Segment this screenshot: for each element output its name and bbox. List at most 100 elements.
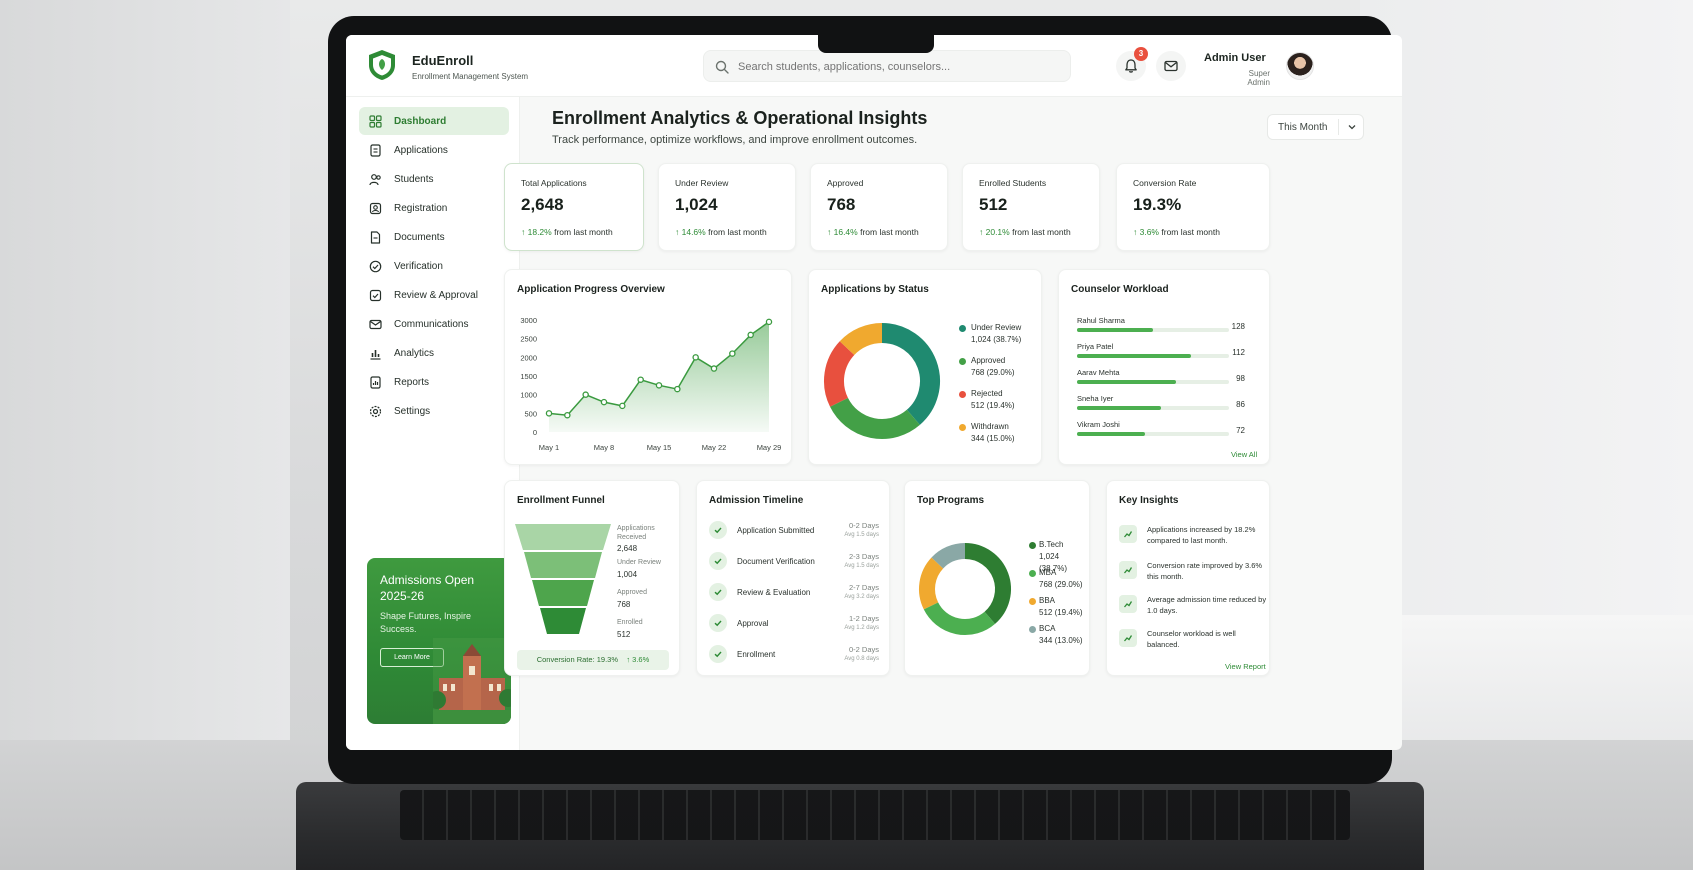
data-point <box>692 354 699 361</box>
sidebar-item-label: Communications <box>394 318 469 330</box>
legend-label: BCA <box>1039 624 1056 633</box>
legend-item-bba: BBA 512 (19.4%) <box>1039 595 1083 619</box>
legend-item-rejected: Rejected 512 (19.4%) <box>971 388 1015 412</box>
y-tick-label: 2500 <box>520 335 537 344</box>
x-tick-label: May 29 <box>757 443 782 452</box>
view-report-link[interactable]: View Report <box>1225 662 1266 671</box>
sidebar-item-documents[interactable]: Documents <box>359 223 509 251</box>
data-point <box>619 402 626 410</box>
sidebar-item-dashboard[interactable]: Dashboard <box>359 107 509 135</box>
workload-bar <box>1077 328 1153 332</box>
avatar[interactable] <box>1286 52 1314 80</box>
timeline-step-duration: 0-2 Days Avg 0.8 days <box>835 646 879 663</box>
workload-name: Sneha Iyer <box>1077 394 1114 403</box>
settings-icon <box>369 405 382 417</box>
funnel-stage-2 <box>524 552 602 578</box>
donut-slice-withdrawn <box>839 323 883 356</box>
timeline-step-icon <box>709 521 727 539</box>
sidebar-item-students[interactable]: Students <box>359 165 509 193</box>
donut-slice-b-tech <box>964 543 1011 624</box>
key-insights-card: Key Insights Applications increased by 1… <box>1106 480 1270 676</box>
kpi-delta-value: ↑ 16.4% <box>827 227 858 237</box>
kpi-card-enrolled-students[interactable]: Enrolled Students 512 ↑ 20.1% from last … <box>962 163 1100 251</box>
timeline-step-avg: Avg 0.8 days <box>844 656 879 662</box>
workload-value: 98 <box>1236 374 1245 383</box>
notifications-button[interactable]: 3 <box>1116 47 1148 81</box>
brand-name: EduEnroll <box>412 53 474 68</box>
data-point <box>729 350 736 357</box>
analytics-icon <box>370 349 381 360</box>
sidebar-item-communications[interactable]: Communications <box>359 310 509 338</box>
sidebar-item-label: Registration <box>394 202 448 214</box>
funnel-graphic <box>515 524 611 634</box>
workload-track <box>1077 328 1229 332</box>
data-point <box>564 411 571 419</box>
workload-bar <box>1077 354 1191 358</box>
page-subtitle: Track performance, optimize workflows, a… <box>552 134 918 146</box>
view-all-link[interactable]: View All <box>1231 450 1257 459</box>
legend-label: B.Tech <box>1039 540 1064 549</box>
workload-name: Aarav Mehta <box>1077 368 1120 377</box>
sidebar-item-review-approval[interactable]: Review & Approval <box>359 281 509 309</box>
search-box[interactable] <box>703 50 1071 82</box>
search-input[interactable] <box>738 57 1058 77</box>
sidebar-item-reports[interactable]: Reports <box>359 368 509 396</box>
dashboard-icon <box>369 114 382 128</box>
user-name: Admin User <box>1204 52 1266 64</box>
applications-icon <box>370 143 381 157</box>
workload-value: 112 <box>1232 348 1245 357</box>
kpi-card-approved[interactable]: Approved 768 ↑ 16.4% from last month <box>810 163 948 251</box>
y-tick-label: 500 <box>524 409 537 418</box>
kpi-delta-value: ↑ 14.6% <box>675 227 706 237</box>
insight-icon <box>1119 525 1137 543</box>
legend-item-approved: Approved 768 (29.0%) <box>971 355 1015 379</box>
sidebar-item-applications[interactable]: Applications <box>359 136 509 164</box>
donut-slice-under-review <box>881 323 940 425</box>
kpi-card-under-review[interactable]: Under Review 1,024 ↑ 14.6% from last mon… <box>658 163 796 251</box>
kpi-delta-value: ↑ 18.2% <box>521 227 552 237</box>
legend-value: 512 (19.4%) <box>1039 608 1083 617</box>
funnel-value: 512 <box>617 630 631 639</box>
insight-text: Conversion rate improved by 3.6% this mo… <box>1147 561 1263 581</box>
sidebar-item-label: Students <box>394 173 434 185</box>
kpi-card-total-applications[interactable]: Total Applications 2,648 ↑ 18.2% from la… <box>504 163 644 251</box>
bell-icon <box>1125 59 1137 73</box>
conversion-rate-delta: ↑ 3.6% <box>626 655 650 664</box>
legend-value: 344 (15.0%) <box>971 434 1015 443</box>
workload-name: Vikram Joshi <box>1077 420 1120 429</box>
data-point <box>582 391 589 398</box>
kpi-label: Total Applications <box>521 178 587 188</box>
application-progress-card: Application Progress Overview 3000 2500 20… <box>504 269 792 465</box>
legend-item-mba: MBA 768 (29.0%) <box>1039 567 1083 591</box>
kpi-delta: ↑ 18.2% from last month <box>521 227 613 237</box>
kpi-delta-text: from last month <box>860 227 919 237</box>
workload-value: 128 <box>1231 322 1245 331</box>
sidebar-item-registration[interactable]: Registration <box>359 194 509 222</box>
period-select[interactable]: This Month <box>1267 114 1364 140</box>
funnel-stage-4 <box>540 608 586 634</box>
page-title: Enrollment Analytics & Operational Insig… <box>552 108 928 128</box>
messages-button[interactable] <box>1156 51 1186 81</box>
promo-subtitle: Shape Futures, Inspire Success. <box>380 611 472 634</box>
sidebar-item-analytics[interactable]: Analytics <box>359 339 509 367</box>
admissions-promo-card: Admissions Open 2025-26 Shape Futures, I… <box>367 558 511 724</box>
funnel-stage-3 <box>532 580 594 606</box>
kpi-value: 19.3% <box>1133 195 1182 214</box>
timeline-step-label: Document Verification <box>737 557 815 566</box>
documents-icon <box>370 230 381 244</box>
workload-value: 86 <box>1236 400 1245 409</box>
y-tick-label: 2000 <box>520 353 537 362</box>
sidebar-item-settings[interactable]: Settings <box>359 397 509 425</box>
donut-slice-approved <box>830 397 920 439</box>
y-tick-label: 1500 <box>520 372 537 381</box>
conversion-rate-text: Conversion Rate: 19.3% <box>536 655 618 664</box>
counselor-workload-card: Counselor Workload Rahul Sharma 128 Priya … <box>1058 269 1270 465</box>
timeline-step-icon <box>709 645 727 663</box>
funnel-label: Enrolled <box>617 619 643 626</box>
kpi-card-conversion-rate[interactable]: Conversion Rate 19.3% ↑ 3.6% from last m… <box>1116 163 1270 251</box>
sidebar-item-verification[interactable]: Verification <box>359 252 509 280</box>
funnel-stage-1 <box>515 524 611 550</box>
kpi-label: Enrolled Students <box>979 178 1047 188</box>
data-point <box>600 398 608 406</box>
kpi-delta-text: from last month <box>554 227 613 237</box>
